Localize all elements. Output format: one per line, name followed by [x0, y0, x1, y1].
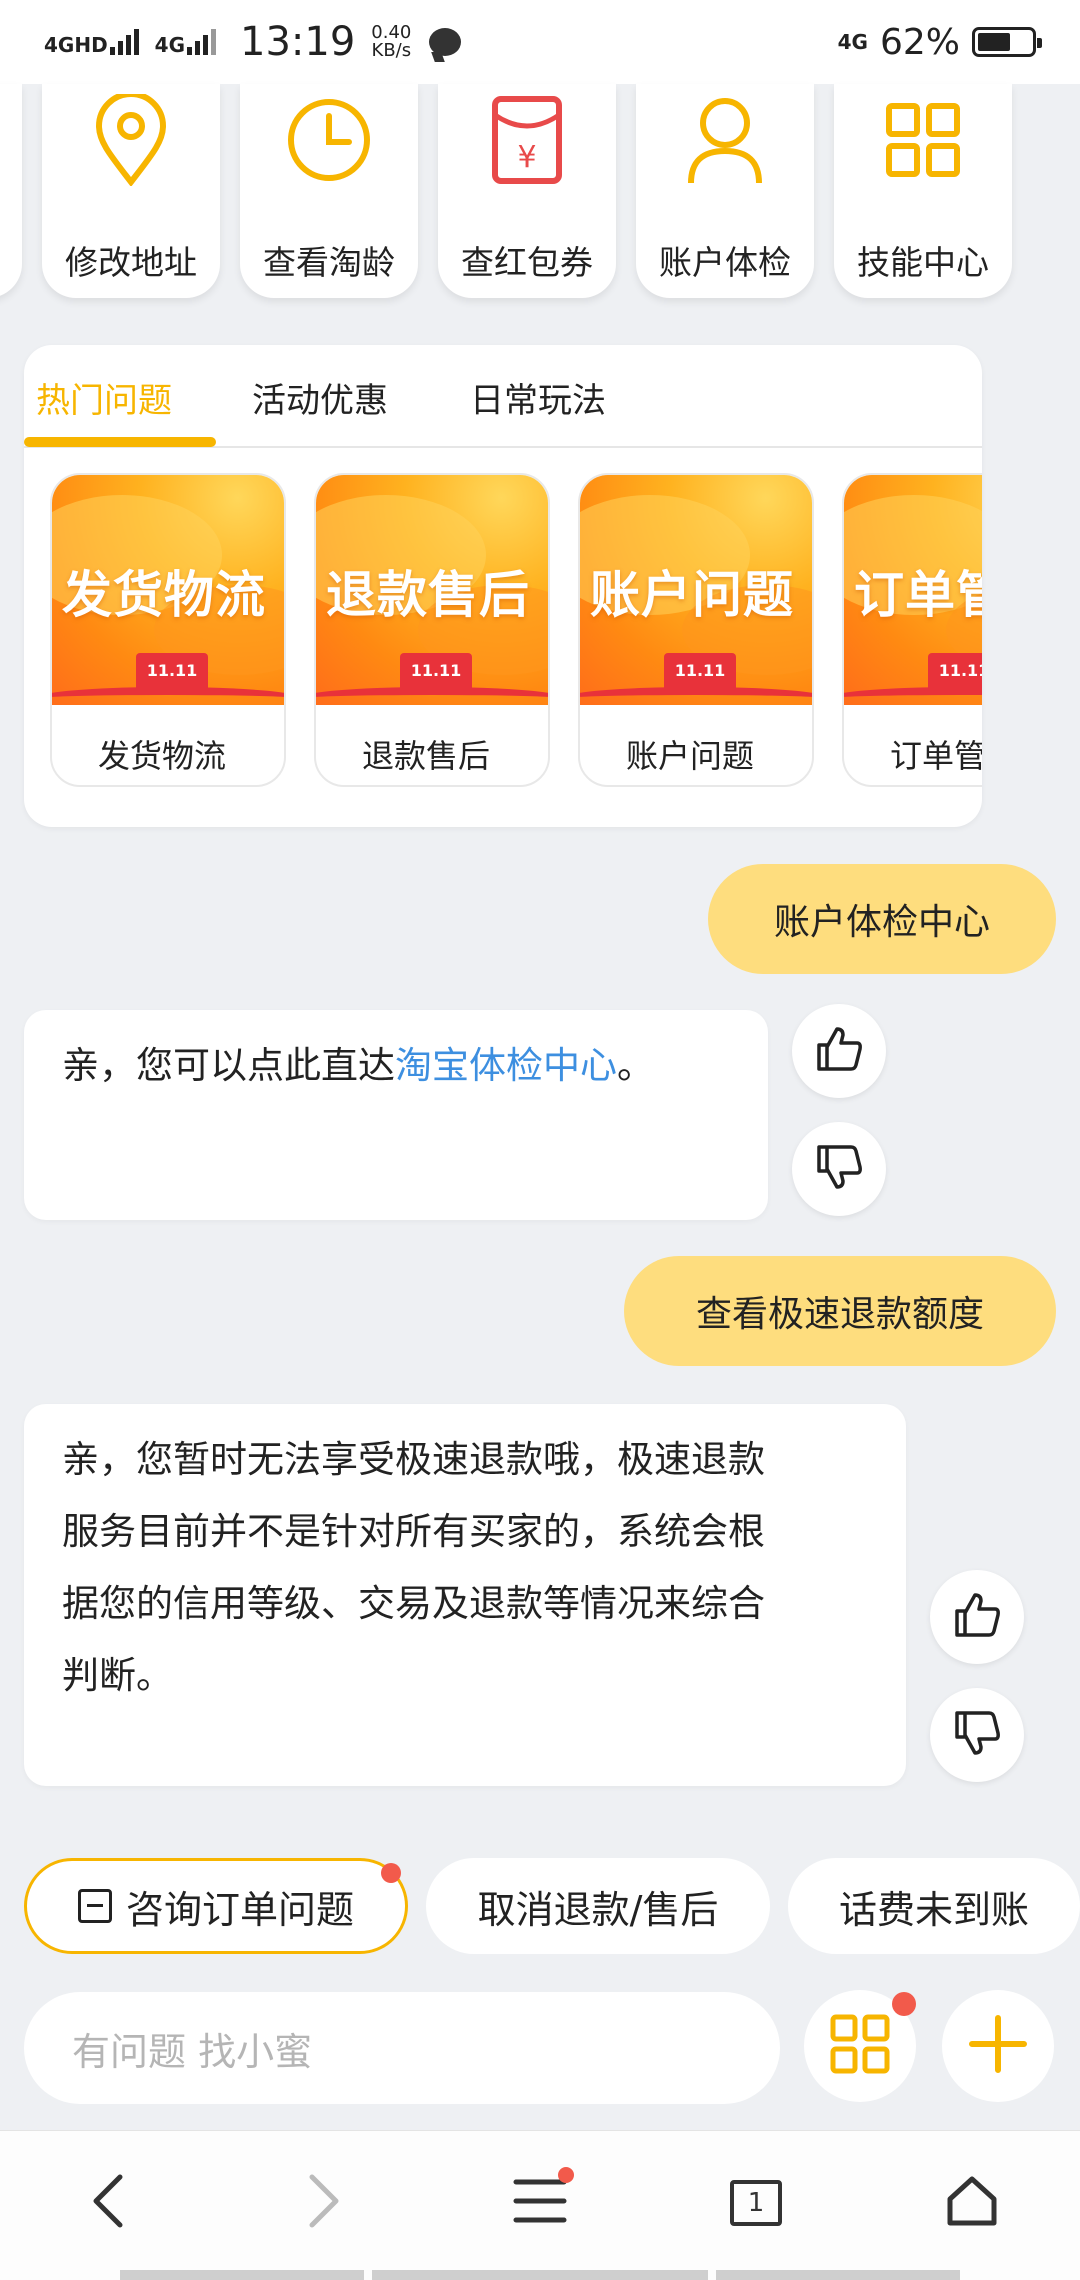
topic-banner: 发货物流 11.11: [52, 475, 284, 705]
topic-tabs: 热门问题 活动优惠 日常玩法: [24, 345, 982, 448]
order-icon: [77, 1889, 112, 1923]
shortcut-red-envelope[interactable]: ¥ 查红包券: [438, 84, 616, 298]
add-button[interactable]: [942, 1990, 1054, 2102]
shortcut-taobao-age[interactable]: 查看淘龄: [240, 84, 418, 298]
signal-icon: 4GHD: [44, 29, 139, 55]
thumbs-down-button[interactable]: [792, 1122, 886, 1216]
topic-card-shipping[interactable]: 发货物流 11.11 发货物流: [50, 473, 286, 787]
chevron-left-icon: [88, 2171, 128, 2235]
bot-message: 亲，您可以点此直达淘宝体检中心。: [24, 1010, 768, 1220]
topic-banner: 订单管 11.11: [844, 475, 982, 705]
menu-icon: [512, 2176, 568, 2230]
home-icon: [944, 2173, 1000, 2233]
chip-phone-bill[interactable]: 话费未到账: [788, 1858, 1080, 1954]
thumbs-down-icon: [951, 1707, 1003, 1763]
grid-icon: [875, 92, 971, 188]
grid-icon: [830, 2014, 890, 2078]
shortcut-skill-center[interactable]: 技能中心: [834, 84, 1012, 298]
network-speed: 0.40 KB/s: [371, 22, 412, 61]
shortcut-card-partial[interactable]: [0, 84, 22, 298]
thumbs-up-icon: [951, 1589, 1003, 1645]
tabs-button[interactable]: 1: [706, 2153, 806, 2253]
tab-indicator: [24, 437, 216, 447]
shortcut-account-check[interactable]: 账户体检: [636, 84, 814, 298]
shortcut-label: 查看淘龄: [263, 243, 395, 282]
battery-percent: 62%: [879, 21, 960, 63]
message-icon: [429, 28, 462, 56]
topic-card-order[interactable]: 订单管 11.11 订单管: [842, 473, 982, 787]
mobile-data-icon: 4G: [837, 30, 868, 54]
back-button[interactable]: [58, 2153, 158, 2253]
battery-icon: [972, 27, 1042, 57]
shortcut-label: 查红包券: [461, 243, 593, 282]
topic-label: 账户问题: [626, 737, 755, 775]
clock: 13:19: [240, 19, 356, 65]
chip-cancel-refund[interactable]: 取消退款/售后: [426, 1858, 770, 1954]
menu-button[interactable]: [490, 2153, 590, 2253]
thumbs-down-button[interactable]: [930, 1688, 1024, 1782]
topic-banner: 退款售后 11.11: [316, 475, 548, 705]
shortcut-row: 修改地址 查看淘龄 ¥ 查红包券 账户体检 技能中心: [0, 84, 1080, 304]
bot-message: 亲，您暂时无法享受极速退款哦，极速退款 服务目前并不是针对所有买家的，系统会根 …: [24, 1404, 906, 1786]
notification-dot: [892, 1992, 916, 2016]
user-icon: [677, 92, 773, 188]
tab-count-icon: 1: [730, 2180, 782, 2226]
red-envelope-icon: ¥: [479, 92, 575, 188]
page: 4GHD 4G 13:19 0.40 KB/s 4G 62% 修改地址 查看淘龄…: [0, 0, 1080, 2280]
gesture-bar: [120, 2270, 364, 2280]
plus-icon: [968, 2014, 1028, 2078]
gesture-bar: [372, 2270, 708, 2280]
topic-label: 发货物流: [98, 737, 227, 775]
home-button[interactable]: [922, 2153, 1022, 2253]
topic-label: 订单管: [890, 737, 982, 775]
location-pin-icon: [83, 92, 179, 188]
tab-hot-questions[interactable]: 热门问题: [36, 373, 172, 422]
notification-dot: [381, 1863, 401, 1883]
menu-grid-button[interactable]: [804, 1990, 916, 2102]
chip-order-inquiry[interactable]: 咨询订单问题: [24, 1858, 408, 1954]
health-center-link[interactable]: 淘宝体检中心: [395, 1044, 617, 1087]
status-bar: 4GHD 4G 13:19 0.40 KB/s 4G 62%: [0, 0, 1080, 84]
forward-button[interactable]: [274, 2153, 374, 2253]
shortcut-label: 技能中心: [857, 243, 989, 282]
tab-daily-play[interactable]: 日常玩法: [470, 373, 606, 422]
clock-icon: [281, 92, 377, 188]
shortcut-label: 账户体检: [659, 243, 791, 282]
thumbs-down-icon: [813, 1141, 865, 1197]
user-message: 账户体检中心: [708, 864, 1056, 974]
notification-dot: [558, 2167, 574, 2183]
signal-icon-2: 4G: [155, 29, 217, 55]
message-input[interactable]: 有问题 找小蜜: [24, 1992, 780, 2104]
gesture-bar: [716, 2270, 960, 2280]
thumbs-up-icon: [813, 1023, 865, 1079]
thumbs-up-button[interactable]: [930, 1570, 1024, 1664]
thumbs-up-button[interactable]: [792, 1004, 886, 1098]
topic-card-account[interactable]: 账户问题 11.11 账户问题: [578, 473, 814, 787]
tab-promotions[interactable]: 活动优惠: [252, 373, 388, 422]
topic-card-refund[interactable]: 退款售后 11.11 退款售后: [314, 473, 550, 787]
user-message: 查看极速退款额度: [624, 1256, 1056, 1366]
browser-bottom-nav: 1: [0, 2130, 1080, 2280]
shortcut-label: 修改地址: [65, 243, 197, 282]
hot-topics-card: 热门问题 活动优惠 日常玩法 发货物流 11.11 发货物流 退款售后 11.1…: [24, 345, 982, 827]
quick-reply-chips: 咨询订单问题 取消退款/售后 话费未到账: [0, 1858, 1080, 1958]
chevron-right-icon: [304, 2171, 344, 2235]
svg-text:¥: ¥: [517, 140, 536, 175]
shortcut-modify-address[interactable]: 修改地址: [42, 84, 220, 298]
topic-banner: 账户问题 11.11: [580, 475, 812, 705]
topic-label: 退款售后: [362, 737, 491, 775]
